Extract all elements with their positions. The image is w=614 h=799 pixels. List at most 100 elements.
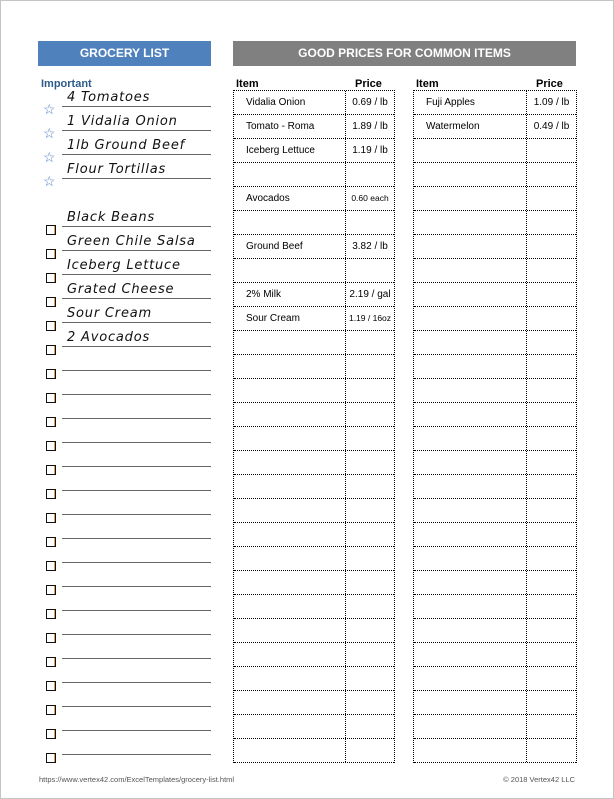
- cell-price[interactable]: [527, 643, 576, 666]
- cell-price[interactable]: [346, 355, 394, 378]
- cell-price[interactable]: [346, 379, 394, 402]
- checklist-item[interactable]: [41, 577, 211, 601]
- cell-item[interactable]: 2% Milk: [234, 283, 346, 306]
- cell-price[interactable]: [346, 739, 394, 762]
- cell-price[interactable]: [527, 163, 576, 186]
- cell-price[interactable]: [346, 427, 394, 450]
- cell-item[interactable]: [414, 139, 527, 162]
- checkbox-icon[interactable]: [46, 537, 56, 547]
- cell-price[interactable]: 0.69 / lb: [346, 91, 394, 114]
- checklist-item[interactable]: [41, 457, 211, 481]
- cell-item[interactable]: [414, 691, 527, 714]
- cell-price[interactable]: [527, 307, 576, 330]
- cell-item[interactable]: [234, 403, 346, 426]
- cell-item[interactable]: [414, 211, 527, 234]
- cell-item[interactable]: [234, 379, 346, 402]
- item-text[interactable]: 2 Avocados: [67, 330, 150, 345]
- checklist-item[interactable]: [41, 481, 211, 505]
- cell-price[interactable]: [527, 595, 576, 618]
- item-text[interactable]: Sour Cream: [67, 306, 152, 321]
- cell-price[interactable]: 1.19 / 16oz: [346, 307, 394, 330]
- cell-price[interactable]: [527, 523, 576, 546]
- item-text[interactable]: 1 Vidalia Onion: [67, 114, 178, 129]
- cell-item[interactable]: [414, 499, 527, 522]
- checklist-item[interactable]: [41, 625, 211, 649]
- cell-price[interactable]: [346, 499, 394, 522]
- cell-price[interactable]: 1.09 / lb: [527, 91, 576, 114]
- cell-item[interactable]: [414, 475, 527, 498]
- cell-item[interactable]: [234, 259, 346, 282]
- checkbox-icon[interactable]: [46, 249, 56, 259]
- cell-item[interactable]: [414, 283, 527, 306]
- checkbox-icon[interactable]: [46, 705, 56, 715]
- cell-item[interactable]: Tomato - Roma: [234, 115, 346, 138]
- checkbox-icon[interactable]: [46, 441, 56, 451]
- item-text[interactable]: Flour Tortillas: [67, 162, 166, 177]
- cell-item[interactable]: Ground Beef: [234, 235, 346, 258]
- cell-price[interactable]: [527, 475, 576, 498]
- cell-price[interactable]: [346, 571, 394, 594]
- cell-item[interactable]: [234, 595, 346, 618]
- checkbox-icon[interactable]: [46, 321, 56, 331]
- cell-item[interactable]: [234, 547, 346, 570]
- cell-item[interactable]: [414, 715, 527, 738]
- cell-item[interactable]: Vidalia Onion: [234, 91, 346, 114]
- checkbox-icon[interactable]: [46, 657, 56, 667]
- cell-item[interactable]: [414, 667, 527, 690]
- checkbox-icon[interactable]: [46, 465, 56, 475]
- cell-item[interactable]: [234, 523, 346, 546]
- cell-item[interactable]: [234, 619, 346, 642]
- checkbox-icon[interactable]: [46, 633, 56, 643]
- cell-price[interactable]: [527, 235, 576, 258]
- item-text[interactable]: Black Beans: [67, 210, 155, 225]
- cell-price[interactable]: [346, 475, 394, 498]
- cell-price[interactable]: [346, 667, 394, 690]
- checkbox-icon[interactable]: [46, 273, 56, 283]
- checklist-item[interactable]: [41, 649, 211, 673]
- footer-url[interactable]: https://www.vertex42.com/ExcelTemplates/…: [39, 775, 234, 784]
- cell-price[interactable]: [527, 283, 576, 306]
- cell-price[interactable]: [527, 355, 576, 378]
- cell-price[interactable]: [527, 667, 576, 690]
- checkbox-icon[interactable]: [46, 345, 56, 355]
- cell-item[interactable]: [234, 451, 346, 474]
- checkbox-icon[interactable]: [46, 513, 56, 523]
- cell-price[interactable]: [527, 691, 576, 714]
- checkbox-icon[interactable]: [46, 681, 56, 691]
- cell-item[interactable]: Avocados: [234, 187, 346, 210]
- cell-item[interactable]: [414, 547, 527, 570]
- cell-price[interactable]: [346, 619, 394, 642]
- cell-price[interactable]: [346, 259, 394, 282]
- important-item[interactable]: ☆ Flour Tortillas: [41, 162, 211, 193]
- cell-price[interactable]: 2.19 / gal: [346, 283, 394, 306]
- cell-item[interactable]: [234, 691, 346, 714]
- cell-price[interactable]: 1.89 / lb: [346, 115, 394, 138]
- cell-price[interactable]: [346, 211, 394, 234]
- cell-price[interactable]: [346, 403, 394, 426]
- cell-item[interactable]: [234, 715, 346, 738]
- checklist-item[interactable]: [41, 529, 211, 553]
- checkbox-icon[interactable]: [46, 369, 56, 379]
- cell-item[interactable]: [234, 331, 346, 354]
- checklist-item[interactable]: [41, 673, 211, 697]
- checkbox-icon[interactable]: [46, 561, 56, 571]
- cell-price[interactable]: [346, 715, 394, 738]
- cell-price[interactable]: [527, 139, 576, 162]
- cell-item[interactable]: [414, 235, 527, 258]
- cell-item[interactable]: [414, 187, 527, 210]
- cell-item[interactable]: [414, 355, 527, 378]
- cell-price[interactable]: [346, 523, 394, 546]
- checklist-item[interactable]: [41, 721, 211, 745]
- cell-price[interactable]: [527, 619, 576, 642]
- cell-item[interactable]: [414, 259, 527, 282]
- cell-item[interactable]: [414, 331, 527, 354]
- cell-price[interactable]: [527, 715, 576, 738]
- checkbox-icon[interactable]: [46, 297, 56, 307]
- cell-item[interactable]: [414, 379, 527, 402]
- cell-item[interactable]: [414, 403, 527, 426]
- cell-item[interactable]: [414, 571, 527, 594]
- cell-item[interactable]: Sour Cream: [234, 307, 346, 330]
- checklist-item[interactable]: [41, 409, 211, 433]
- cell-item[interactable]: [414, 163, 527, 186]
- cell-item[interactable]: [234, 211, 346, 234]
